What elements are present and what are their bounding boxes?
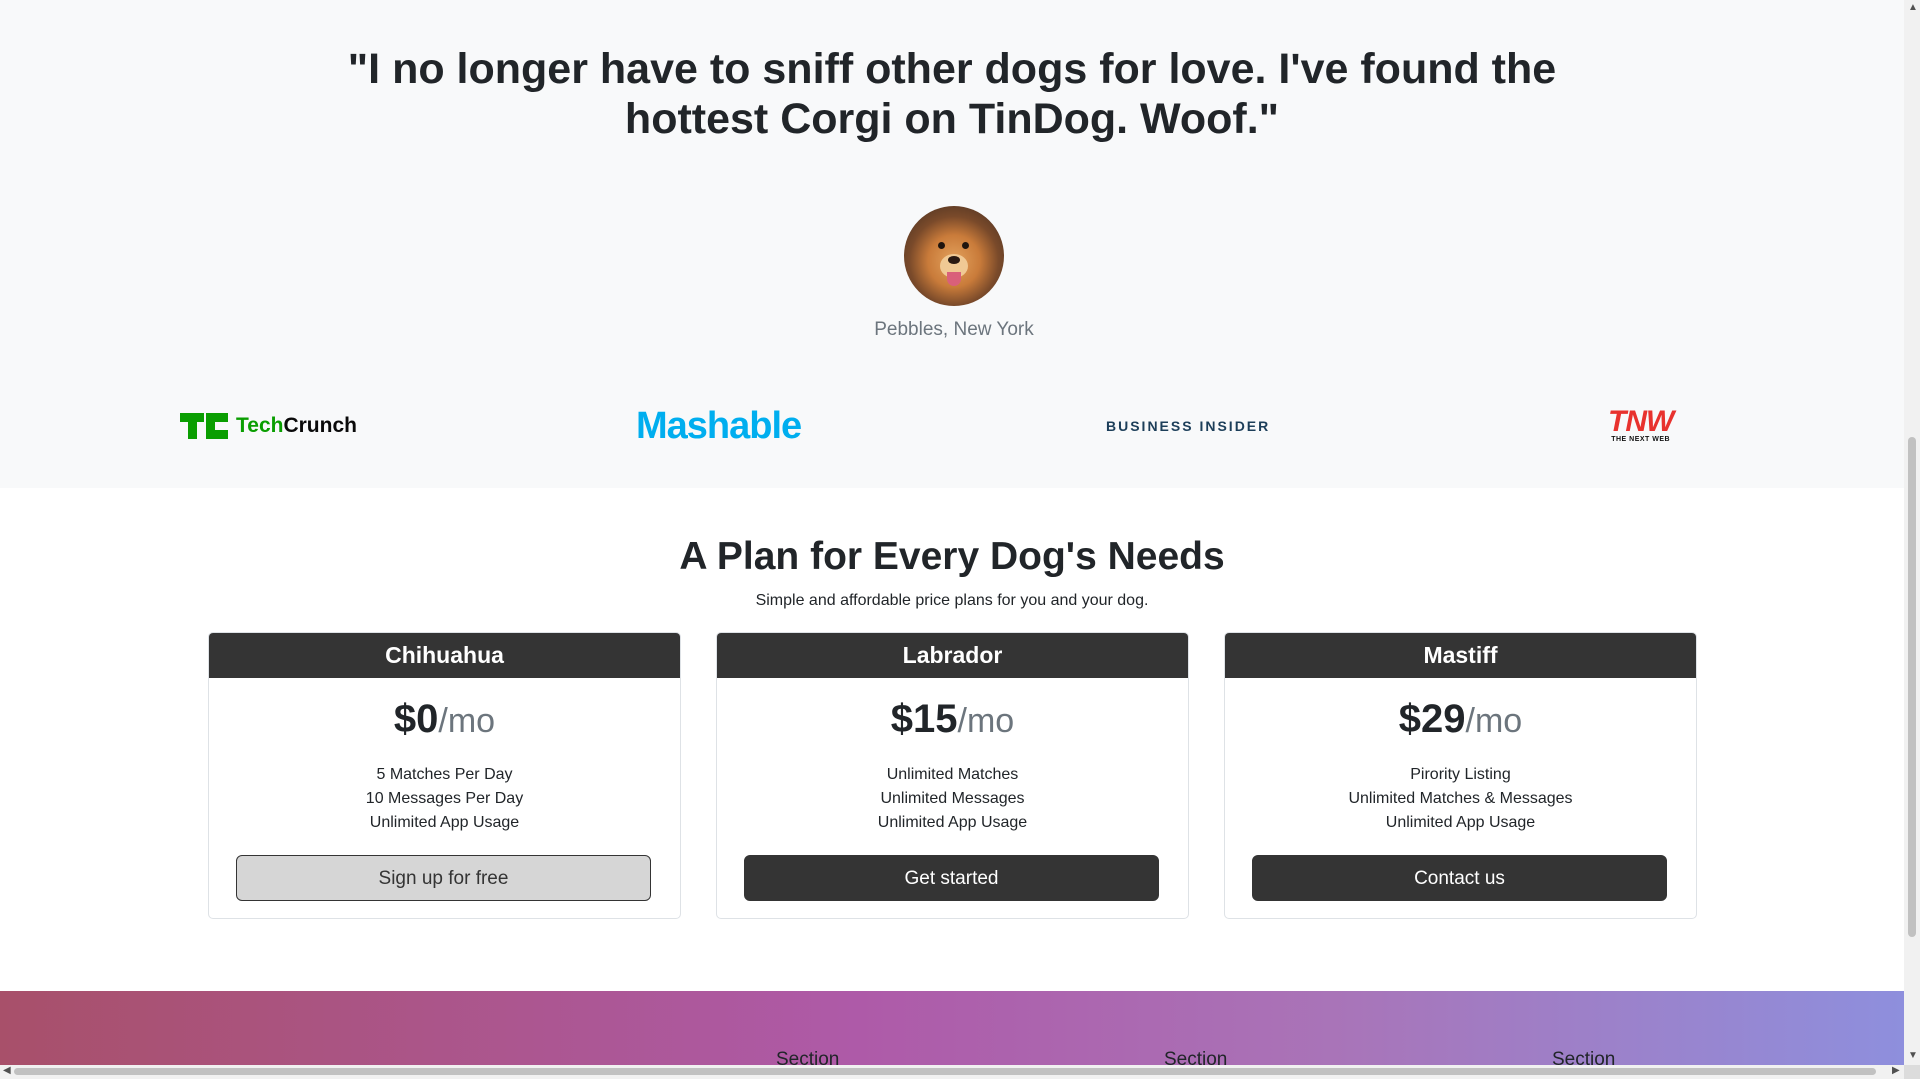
techcrunch-logo: Tech Crunch xyxy=(180,404,357,448)
plan-price: $29/mo xyxy=(1225,694,1696,746)
plan-price-amount: $15 xyxy=(890,697,958,741)
avatar-eye xyxy=(962,242,969,249)
pricing-title: A Plan for Every Dog's Needs xyxy=(679,535,1225,578)
plan-features: Unlimited Matches Unlimited Messages Unl… xyxy=(717,763,1188,835)
techcrunch-logo-crunch: Crunch xyxy=(283,414,357,437)
horizontal-scroll-thumb[interactable] xyxy=(14,1068,1876,1075)
plan-feature: Pirority Listing xyxy=(1410,766,1511,783)
plan-price-period: /mo xyxy=(957,702,1015,740)
tnw-logo: TNW THE NEXT WEB xyxy=(1608,404,1674,448)
techcrunch-logo-tech: Tech xyxy=(236,414,284,437)
footer-section-heading: Section xyxy=(776,1049,840,1065)
vertical-scroll-thumb[interactable] xyxy=(1908,437,1916,937)
testimonial-author: Pebbles, New York xyxy=(874,319,1034,340)
plan-name: Chihuahua xyxy=(209,633,680,678)
horizontal-scrollbar[interactable]: ◀ ▶ xyxy=(0,1065,1904,1079)
sign-up-free-button[interactable]: Sign up for free xyxy=(236,855,651,901)
pricing-card-labrador: Labrador $15/mo Unlimited Matches Unlimi… xyxy=(716,632,1189,919)
page-viewport: "I no longer have to sniff other dogs fo… xyxy=(0,0,1904,1065)
get-started-button[interactable]: Get started xyxy=(744,855,1159,901)
business-insider-logo: BUSINESS INSIDER xyxy=(1106,418,1271,434)
mashable-logo: Mashable xyxy=(636,404,802,447)
plan-features: 5 Matches Per Day 10 Messages Per Day Un… xyxy=(209,763,680,835)
techcrunch-mark-icon xyxy=(180,413,228,439)
plan-price-period: /mo xyxy=(1465,702,1523,740)
plan-price: $0/mo xyxy=(209,694,680,746)
contact-us-button[interactable]: Contact us xyxy=(1252,855,1667,901)
pricing-subtitle: Simple and affordable price plans for yo… xyxy=(755,592,1149,609)
scroll-up-icon[interactable]: ▲ xyxy=(1908,2,1918,13)
scrollbar-corner xyxy=(1904,1065,1920,1079)
plan-feature: Unlimited Matches xyxy=(886,766,1019,783)
plan-features: Pirority Listing Unlimited Matches & Mes… xyxy=(1225,763,1696,835)
plan-price: $15/mo xyxy=(717,694,1188,746)
pricing-card-mastiff: Mastiff $29/mo Pirority Listing Unlimite… xyxy=(1224,632,1697,919)
scroll-right-icon[interactable]: ▶ xyxy=(1892,1065,1900,1076)
avatar-tongue xyxy=(947,272,961,286)
plan-feature: Unlimited Matches & Messages xyxy=(1348,790,1573,807)
plan-price-period: /mo xyxy=(438,702,496,740)
plan-name: Mastiff xyxy=(1225,633,1696,678)
scroll-down-icon[interactable]: ▼ xyxy=(1908,1050,1918,1061)
plan-name: Labrador xyxy=(717,633,1188,678)
plan-feature: Unlimited App Usage xyxy=(369,814,520,831)
pricing-card-chihuahua: Chihuahua $0/mo 5 Matches Per Day 10 Mes… xyxy=(208,632,681,919)
footer-band xyxy=(0,991,1904,1065)
tnw-logo-mark: TNW xyxy=(1608,405,1674,438)
plan-feature: 10 Messages Per Day xyxy=(365,790,524,807)
testimonial-quote: "I no longer have to sniff other dogs fo… xyxy=(347,45,1557,143)
footer-section-heading: Section xyxy=(1552,1049,1616,1065)
tnw-logo-sub: THE NEXT WEB xyxy=(1611,436,1671,443)
plan-feature: Unlimited Messages xyxy=(880,790,1025,807)
scroll-left-icon[interactable]: ◀ xyxy=(3,1065,11,1076)
avatar-eye xyxy=(938,242,945,249)
footer-section-heading: Section xyxy=(1164,1049,1228,1065)
avatar-nose xyxy=(948,256,960,264)
vertical-scrollbar[interactable]: ▲ ▼ xyxy=(1904,0,1920,1065)
plan-feature: Unlimited App Usage xyxy=(1385,814,1536,831)
dog-avatar-icon xyxy=(904,206,1004,306)
plan-price-amount: $0 xyxy=(393,697,439,741)
plan-price-amount: $29 xyxy=(1398,697,1466,741)
plan-feature: 5 Matches Per Day xyxy=(376,766,513,783)
plan-feature: Unlimited App Usage xyxy=(877,814,1028,831)
testimonial-section: "I no longer have to sniff other dogs fo… xyxy=(0,0,1904,488)
